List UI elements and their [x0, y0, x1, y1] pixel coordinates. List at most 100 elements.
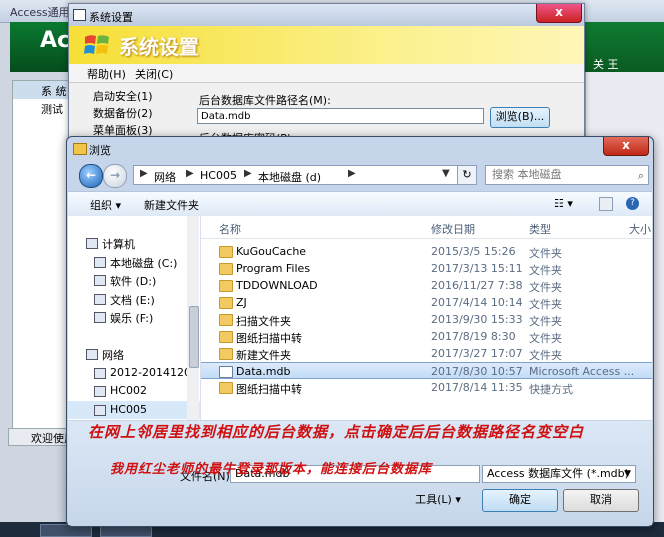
table-row[interactable]: Data.mdb 2017/8/30 10:57 Microsoft Access … — [201, 362, 652, 379]
base-app-banner-text: Ac — [40, 28, 71, 53]
file-type: Microsoft Access ... — [529, 365, 635, 378]
menu-help[interactable]: 帮助(H) — [87, 66, 126, 82]
chevron-right-icon: ▶ — [244, 168, 252, 179]
drive-icon — [94, 312, 106, 323]
file-name: 新建文件夹 — [236, 349, 291, 362]
browse-close-button[interactable]: x — [603, 137, 649, 156]
breadcrumb-network[interactable]: 网络 — [154, 169, 176, 185]
file-date: 2017/8/19 8:30 — [431, 330, 516, 343]
nav-item[interactable]: 软件 (D:) — [68, 271, 200, 289]
chevron-right-icon: ▶ — [186, 168, 194, 179]
table-row[interactable]: TDDOWNLOAD 2016/11/27 7:38 文件夹 — [201, 277, 652, 294]
chevron-down-icon[interactable]: ▼ — [442, 168, 450, 179]
folder-icon — [73, 143, 87, 155]
file-name: 扫描文件夹 — [236, 315, 291, 328]
access-file-icon — [219, 366, 233, 378]
preview-pane-icon[interactable] — [599, 197, 613, 211]
base-sidebar-item-test[interactable]: 测试 — [13, 99, 73, 117]
filetype-value: Access 数据库文件 (*.mdb) — [487, 467, 629, 480]
nav-item-label: HC002 — [110, 384, 147, 397]
chevron-right-icon: ▶ — [348, 168, 356, 179]
new-folder-button[interactable]: 新建文件夹 — [144, 197, 199, 213]
file-name: 图纸扫描中转 — [236, 383, 302, 396]
nav-item[interactable]: 网络 — [68, 345, 200, 363]
folder-icon — [219, 246, 233, 258]
file-type: 文件夹 — [529, 349, 562, 362]
menu-close[interactable]: 关闭(C) — [135, 66, 173, 82]
settings-nav-data-backup[interactable]: 数据备份(2) — [77, 105, 167, 122]
base-sidebar-item-system[interactable]: 系 统 — [13, 81, 73, 99]
breadcrumb-hc005[interactable]: HC005 — [200, 169, 237, 182]
table-row[interactable]: 扫描文件夹 2013/9/30 15:33 文件夹 — [201, 311, 652, 328]
nav-item-label: 文档 (E:) — [110, 293, 155, 307]
table-row[interactable]: 图纸扫描中转 2017/8/19 8:30 文件夹 — [201, 328, 652, 345]
chevron-right-icon: ▶ — [140, 168, 148, 179]
nav-scrollbar-thumb[interactable] — [189, 306, 199, 368]
nav-item[interactable]: HC005 — [68, 400, 200, 419]
windows-logo-icon — [84, 35, 109, 54]
navigation-pane: 计算机本地磁盘 (C:) 软件 (D:) 文档 (E:) 娱乐 (F:) 网络 2012-… — [68, 216, 201, 420]
file-name: TDDOWNLOAD — [236, 279, 318, 292]
filetype-select[interactable]: Access 数据库文件 (*.mdb) ▼ — [482, 465, 636, 483]
base-app-title: Access通用 — [10, 6, 70, 19]
nav-item-label: HC005 — [110, 402, 147, 416]
organize-button[interactable]: 组织 ▾ — [90, 197, 121, 213]
refresh-icon[interactable]: ↻ — [457, 165, 477, 185]
browse-titlebar[interactable] — [67, 137, 653, 161]
table-row[interactable]: KuGouCache 2015/3/5 15:26 文件夹 — [201, 243, 652, 260]
address-bar[interactable]: ▶ 网络 ▶ HC005 ▶ 本地磁盘 (d) ▶ ▼ — [133, 165, 458, 185]
nav-item[interactable]: 计算机 — [68, 234, 200, 252]
nav-item[interactable] — [68, 327, 200, 345]
settings-titlebar[interactable]: 系统设置 — [69, 4, 584, 27]
chevron-down-icon: ▼ — [624, 469, 631, 479]
folder-icon — [219, 331, 233, 343]
settings-close-button[interactable]: x — [536, 4, 582, 23]
nav-item[interactable]: 娱乐 (F:) — [68, 308, 200, 326]
nav-item[interactable]: 文档 (E:) — [68, 290, 200, 308]
browse-title: 浏览 — [89, 144, 111, 157]
table-row[interactable]: ZJ 2017/4/14 10:14 文件夹 — [201, 294, 652, 311]
column-date[interactable]: 修改日期 — [431, 221, 475, 237]
file-type: 文件夹 — [529, 315, 562, 328]
nav-item[interactable]: HCL — [68, 419, 200, 420]
column-type[interactable]: 类型 — [529, 221, 551, 237]
nav-item-label: 计算机 — [102, 238, 135, 251]
file-name: Program Files — [236, 262, 311, 275]
nav-item-label: 娱乐 (F:) — [110, 312, 154, 325]
table-row[interactable]: 新建文件夹 2017/3/27 17:07 文件夹 — [201, 345, 652, 362]
cancel-button[interactable]: 取消 — [563, 489, 639, 512]
settings-window: 系统设置 x 系统设置 帮助(H) 关闭(C) 启动安全(1) 数据备份(2) … — [68, 3, 585, 145]
drive-icon — [94, 293, 106, 305]
back-arrow-icon[interactable]: ← — [79, 164, 103, 188]
file-date: 2013/9/30 15:33 — [431, 313, 523, 326]
column-size[interactable]: 大小 — [629, 221, 651, 237]
nav-item[interactable]: 本地磁盘 (C:) — [68, 253, 200, 271]
search-placeholder: 搜索 本地磁盘 — [492, 168, 562, 181]
file-list: 名称 修改日期 类型 大小 KuGouCache 2015/3/5 15:26 文件… — [201, 216, 652, 420]
file-name: ZJ — [236, 296, 247, 309]
breadcrumb-local-disk[interactable]: 本地磁盘 (d) — [258, 169, 321, 185]
file-date: 2017/8/30 10:57 — [431, 365, 523, 378]
drive-icon — [94, 256, 106, 268]
annotation-line-2: 我用红尘老师的最牛登录那版本，能连接后台数据库 — [110, 462, 433, 477]
nav-item[interactable]: 2012-20141209 — [68, 364, 200, 382]
nav-item[interactable]: HC002 — [68, 382, 200, 400]
browse-button[interactable]: 浏览(B)... — [490, 107, 550, 128]
folder-icon — [219, 348, 233, 360]
tools-button[interactable]: 工具(L) ▾ — [408, 490, 468, 510]
table-row[interactable]: 图纸扫描中转 2017/8/14 11:35 快捷方式 — [201, 379, 652, 396]
table-row[interactable]: Program Files 2017/3/13 15:11 文件夹 — [201, 260, 652, 277]
settings-nav-startup-security[interactable]: 启动安全(1) — [77, 88, 167, 105]
base-app-header-right: 关 王 — [585, 22, 664, 72]
help-icon[interactable]: ? — [626, 197, 639, 210]
file-date: 2017/4/14 10:14 — [431, 296, 523, 309]
folder-icon — [219, 314, 233, 326]
view-options-icon[interactable]: ☷ ▾ — [554, 197, 573, 210]
ok-button[interactable]: 确定 — [482, 489, 558, 512]
search-input[interactable]: 搜索 本地磁盘 ⌕ — [485, 165, 649, 185]
base-right-label: 关 王 — [593, 58, 619, 71]
column-name[interactable]: 名称 — [219, 221, 241, 237]
file-name: 图纸扫描中转 — [236, 332, 302, 345]
forward-arrow-icon[interactable]: → — [103, 164, 127, 188]
db-path-input[interactable]: Data.mdb — [197, 108, 484, 124]
